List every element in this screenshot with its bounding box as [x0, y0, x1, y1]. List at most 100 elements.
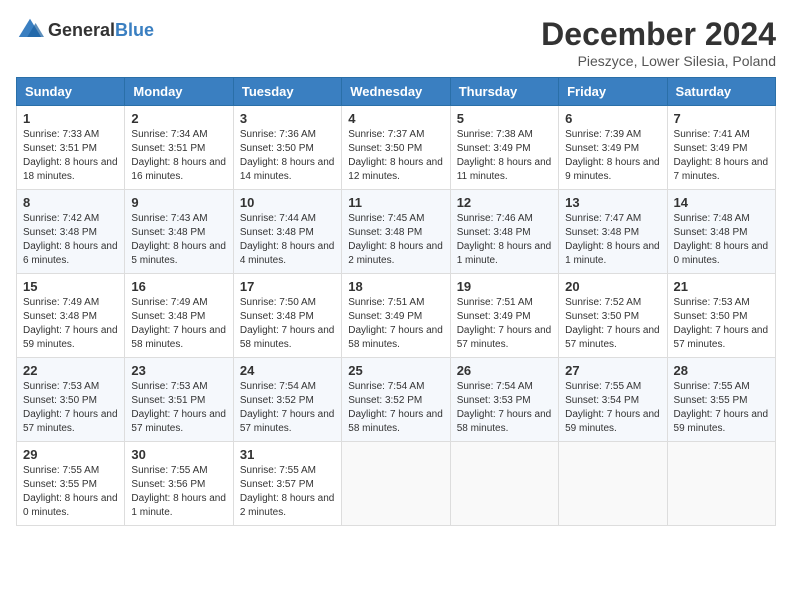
calendar-day-cell: 11Sunrise: 7:45 AMSunset: 3:48 PMDayligh…	[342, 190, 450, 274]
day-info: Sunrise: 7:49 AMSunset: 3:48 PMDaylight:…	[23, 296, 118, 352]
col-header-saturday: Saturday	[667, 78, 775, 106]
calendar-day-cell: 5 Sunrise: 7:38 AMSunset: 3:49 PMDaylight…	[450, 106, 558, 190]
calendar-week-row: 15 Sunrise: 7:49 AMSunset: 3:48 PMDayligh…	[17, 274, 776, 358]
calendar-day-cell: 22 Sunrise: 7:53 AMSunset: 3:50 PMDayligh…	[17, 358, 125, 442]
day-number: 7	[674, 111, 769, 126]
calendar-day-cell: 24Sunrise: 7:54 AMSunset: 3:52 PMDayligh…	[233, 358, 341, 442]
day-info: Sunrise: 7:54 AMSunset: 3:53 PMDaylight:…	[457, 380, 552, 436]
calendar-week-row: 22 Sunrise: 7:53 AMSunset: 3:50 PMDayligh…	[17, 358, 776, 442]
day-number: 21	[674, 279, 769, 294]
col-header-thursday: Thursday	[450, 78, 558, 106]
calendar-day-cell: 2Sunrise: 7:34 AMSunset: 3:51 PMDaylight…	[125, 106, 233, 190]
calendar-empty-cell	[667, 442, 775, 526]
calendar-table: SundayMondayTuesdayWednesdayThursdayFrid…	[16, 77, 776, 526]
calendar-day-cell: 19 Sunrise: 7:51 AMSunset: 3:49 PMDayligh…	[450, 274, 558, 358]
col-header-sunday: Sunday	[17, 78, 125, 106]
day-number: 5	[457, 111, 552, 126]
day-number: 18	[348, 279, 443, 294]
day-number: 26	[457, 363, 552, 378]
day-info: Sunrise: 7:36 AMSunset: 3:50 PMDaylight:…	[240, 128, 335, 184]
day-number: 12	[457, 195, 552, 210]
calendar-empty-cell	[559, 442, 667, 526]
day-info: Sunrise: 7:38 AMSunset: 3:49 PMDaylight:…	[457, 128, 552, 184]
calendar-day-cell: 8Sunrise: 7:42 AMSunset: 3:48 PMDaylight…	[17, 190, 125, 274]
calendar-day-cell: 29 Sunrise: 7:55 AMSunset: 3:55 PMDayligh…	[17, 442, 125, 526]
calendar-day-cell: 25 Sunrise: 7:54 AMSunset: 3:52 PMDayligh…	[342, 358, 450, 442]
calendar-day-cell: 7 Sunrise: 7:41 AMSunset: 3:49 PMDaylight…	[667, 106, 775, 190]
calendar-week-row: 8Sunrise: 7:42 AMSunset: 3:48 PMDaylight…	[17, 190, 776, 274]
calendar-day-cell: 17Sunrise: 7:50 AMSunset: 3:48 PMDayligh…	[233, 274, 341, 358]
day-number: 13	[565, 195, 660, 210]
calendar-day-cell: 9Sunrise: 7:43 AMSunset: 3:48 PMDaylight…	[125, 190, 233, 274]
day-number: 8	[23, 195, 118, 210]
calendar-day-cell: 30 Sunrise: 7:55 AMSunset: 3:56 PMDayligh…	[125, 442, 233, 526]
calendar-day-cell: 20 Sunrise: 7:52 AMSunset: 3:50 PMDayligh…	[559, 274, 667, 358]
day-info: Sunrise: 7:55 AMSunset: 3:55 PMDaylight:…	[23, 464, 118, 520]
day-info: Sunrise: 7:53 AMSunset: 3:50 PMDaylight:…	[674, 296, 769, 352]
calendar-empty-cell	[342, 442, 450, 526]
day-info: Sunrise: 7:55 AMSunset: 3:56 PMDaylight:…	[131, 464, 226, 520]
day-info: Sunrise: 7:34 AMSunset: 3:51 PMDaylight:…	[131, 128, 226, 184]
day-number: 25	[348, 363, 443, 378]
day-info: Sunrise: 7:53 AMSunset: 3:50 PMDaylight:…	[23, 380, 118, 436]
calendar-day-cell: 16Sunrise: 7:49 AMSunset: 3:48 PMDayligh…	[125, 274, 233, 358]
calendar-day-cell: 14Sunrise: 7:48 AMSunset: 3:48 PMDayligh…	[667, 190, 775, 274]
day-number: 6	[565, 111, 660, 126]
calendar-day-cell: 4 Sunrise: 7:37 AMSunset: 3:50 PMDaylight…	[342, 106, 450, 190]
col-header-friday: Friday	[559, 78, 667, 106]
day-info: Sunrise: 7:48 AMSunset: 3:48 PMDaylight:…	[674, 212, 769, 268]
day-number: 3	[240, 111, 335, 126]
day-info: Sunrise: 7:54 AMSunset: 3:52 PMDaylight:…	[348, 380, 443, 436]
day-info: Sunrise: 7:46 AMSunset: 3:48 PMDaylight:…	[457, 212, 552, 268]
calendar-day-cell: 18Sunrise: 7:51 AMSunset: 3:49 PMDayligh…	[342, 274, 450, 358]
calendar-day-cell: 6 Sunrise: 7:39 AMSunset: 3:49 PMDaylight…	[559, 106, 667, 190]
location-title: Pieszyce, Lower Silesia, Poland	[541, 53, 776, 69]
day-number: 29	[23, 447, 118, 462]
day-number: 19	[457, 279, 552, 294]
day-number: 4	[348, 111, 443, 126]
calendar-day-cell: 15 Sunrise: 7:49 AMSunset: 3:48 PMDayligh…	[17, 274, 125, 358]
calendar-week-row: 1 Sunrise: 7:33 AMSunset: 3:51 PMDaylight…	[17, 106, 776, 190]
day-number: 15	[23, 279, 118, 294]
day-info: Sunrise: 7:44 AMSunset: 3:48 PMDaylight:…	[240, 212, 335, 268]
day-info: Sunrise: 7:55 AMSunset: 3:54 PMDaylight:…	[565, 380, 660, 436]
day-number: 9	[131, 195, 226, 210]
calendar-day-cell: 12 Sunrise: 7:46 AMSunset: 3:48 PMDayligh…	[450, 190, 558, 274]
day-number: 10	[240, 195, 335, 210]
day-number: 20	[565, 279, 660, 294]
calendar-week-row: 29 Sunrise: 7:55 AMSunset: 3:55 PMDayligh…	[17, 442, 776, 526]
day-info: Sunrise: 7:55 AMSunset: 3:55 PMDaylight:…	[674, 380, 769, 436]
title-area: December 2024 Pieszyce, Lower Silesia, P…	[541, 16, 776, 69]
month-title: December 2024	[541, 16, 776, 53]
day-number: 22	[23, 363, 118, 378]
calendar-empty-cell	[450, 442, 558, 526]
calendar-day-cell: 27Sunrise: 7:55 AMSunset: 3:54 PMDayligh…	[559, 358, 667, 442]
calendar-day-cell: 28 Sunrise: 7:55 AMSunset: 3:55 PMDayligh…	[667, 358, 775, 442]
day-info: Sunrise: 7:50 AMSunset: 3:48 PMDaylight:…	[240, 296, 335, 352]
day-number: 23	[131, 363, 226, 378]
day-number: 11	[348, 195, 443, 210]
day-number: 28	[674, 363, 769, 378]
logo-general: General	[48, 20, 115, 40]
day-info: Sunrise: 7:37 AMSunset: 3:50 PMDaylight:…	[348, 128, 443, 184]
calendar-day-cell: 26 Sunrise: 7:54 AMSunset: 3:53 PMDayligh…	[450, 358, 558, 442]
day-number: 24	[240, 363, 335, 378]
day-number: 1	[23, 111, 118, 126]
calendar-day-cell: 21 Sunrise: 7:53 AMSunset: 3:50 PMDayligh…	[667, 274, 775, 358]
day-info: Sunrise: 7:39 AMSunset: 3:49 PMDaylight:…	[565, 128, 660, 184]
calendar-day-cell: 1 Sunrise: 7:33 AMSunset: 3:51 PMDaylight…	[17, 106, 125, 190]
day-info: Sunrise: 7:52 AMSunset: 3:50 PMDaylight:…	[565, 296, 660, 352]
logo: GeneralBlue	[16, 16, 154, 44]
logo-blue: Blue	[115, 20, 154, 40]
calendar-day-cell: 23 Sunrise: 7:53 AMSunset: 3:51 PMDayligh…	[125, 358, 233, 442]
day-info: Sunrise: 7:53 AMSunset: 3:51 PMDaylight:…	[131, 380, 226, 436]
day-info: Sunrise: 7:49 AMSunset: 3:48 PMDaylight:…	[131, 296, 226, 352]
calendar-day-cell: 13 Sunrise: 7:47 AMSunset: 3:48 PMDayligh…	[559, 190, 667, 274]
day-number: 30	[131, 447, 226, 462]
col-header-wednesday: Wednesday	[342, 78, 450, 106]
day-info: Sunrise: 7:51 AMSunset: 3:49 PMDaylight:…	[457, 296, 552, 352]
day-info: Sunrise: 7:47 AMSunset: 3:48 PMDaylight:…	[565, 212, 660, 268]
day-info: Sunrise: 7:41 AMSunset: 3:49 PMDaylight:…	[674, 128, 769, 184]
header: GeneralBlue December 2024 Pieszyce, Lowe…	[16, 16, 776, 69]
day-info: Sunrise: 7:33 AMSunset: 3:51 PMDaylight:…	[23, 128, 118, 184]
